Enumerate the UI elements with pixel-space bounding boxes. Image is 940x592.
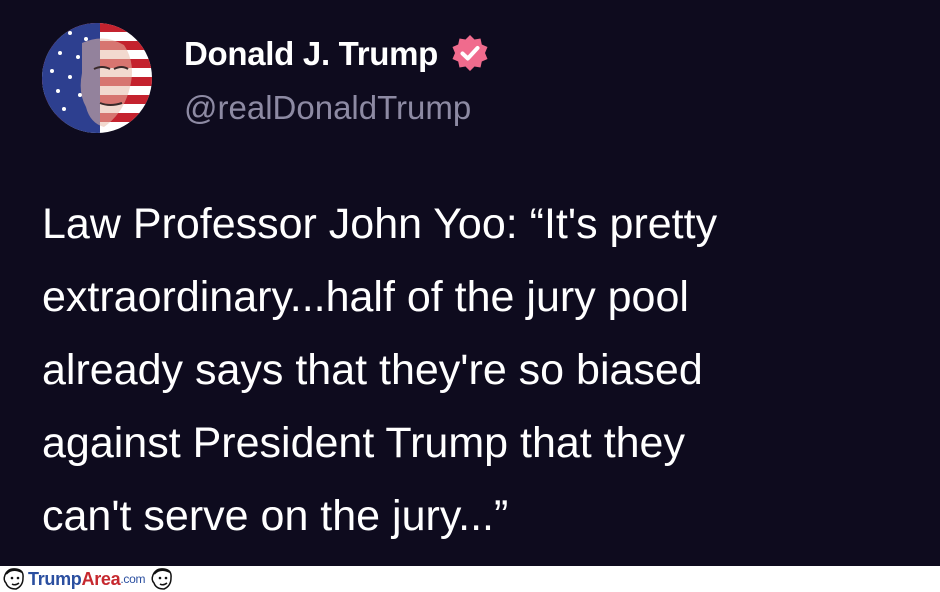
author-row: Donald J. Trump <box>184 30 490 76</box>
author-display-name[interactable]: Donald J. Trump <box>184 37 438 70</box>
cartoon-face-icon <box>0 566 28 592</box>
watermark-bar: Trump Area .com <box>0 566 940 592</box>
watermark-text-trump: Trump <box>28 569 82 589</box>
cartoon-face-icon <box>145 566 179 592</box>
author-handle[interactable]: @realDonaldTrump <box>184 88 471 128</box>
post-body-text: Law Professor John Yoo: “It's pretty ext… <box>42 200 718 540</box>
verified-badge-icon <box>450 33 490 73</box>
post-card: Donald J. Trump @realDonaldTrump Law Pro… <box>0 0 940 566</box>
watermark-text-area: Area <box>81 569 121 589</box>
flag-portrait-avatar-icon <box>42 23 152 133</box>
avatar[interactable] <box>42 23 152 133</box>
watermark: Trump Area .com <box>0 566 179 592</box>
watermark-text-domain: .com <box>120 572 146 586</box>
